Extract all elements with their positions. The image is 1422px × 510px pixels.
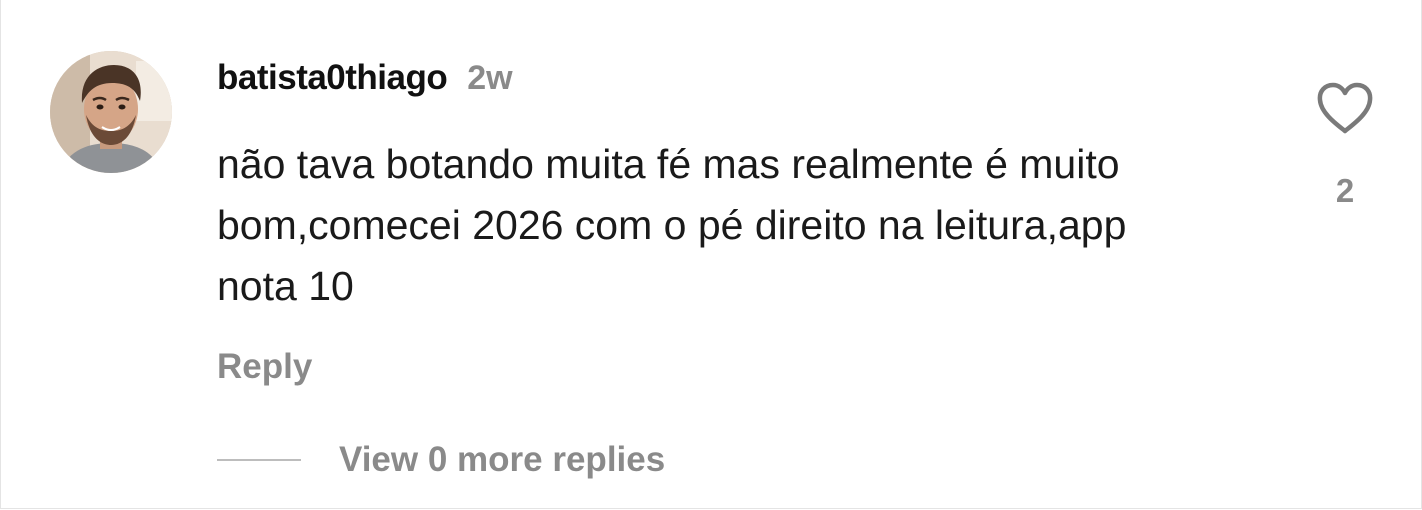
like-button[interactable] xyxy=(1315,80,1375,136)
avatar-photo xyxy=(50,51,172,173)
divider-line xyxy=(217,459,301,461)
like-count: 2 xyxy=(1335,172,1355,209)
reply-button[interactable]: Reply xyxy=(217,347,312,387)
heart-outline-icon xyxy=(1317,82,1373,134)
comment-header: batista0thiago 2w xyxy=(217,58,513,108)
avatar[interactable] xyxy=(50,51,172,173)
view-replies-button[interactable]: View 0 more replies xyxy=(217,440,665,480)
comment-container: batista0thiago 2w não tava botando muita… xyxy=(0,0,1422,509)
username[interactable]: batista0thiago xyxy=(217,58,448,98)
comment-text: não tava botando muita fé mas realmente … xyxy=(217,141,1127,309)
view-replies-label: View 0 more replies xyxy=(339,440,666,479)
timestamp: 2w xyxy=(467,59,513,97)
